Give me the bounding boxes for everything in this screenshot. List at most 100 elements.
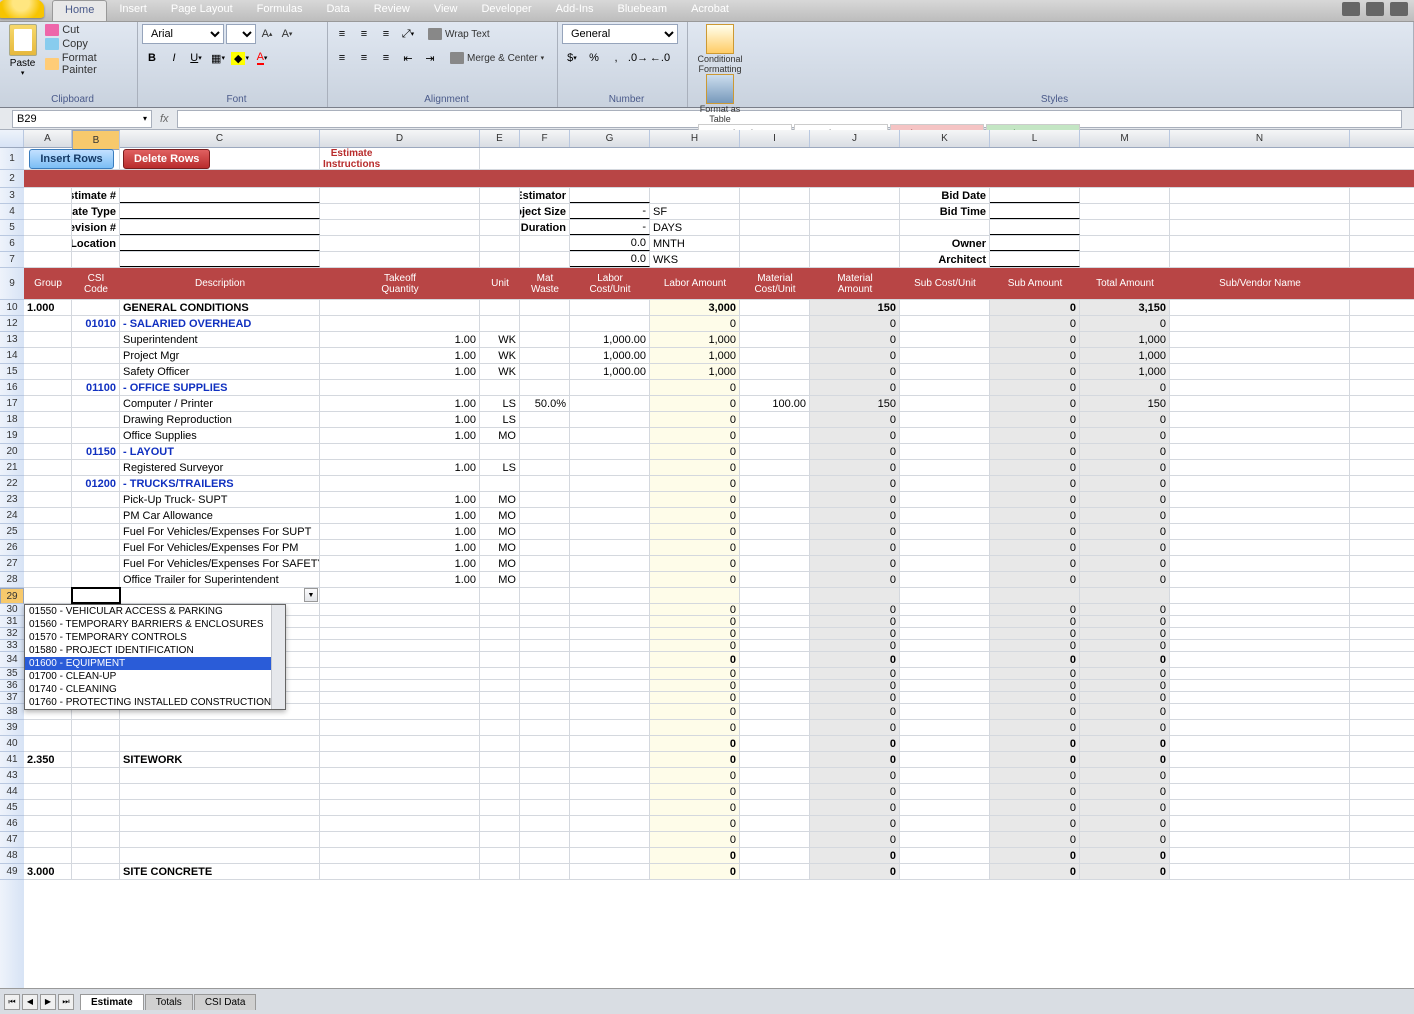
cell[interactable] — [1170, 680, 1350, 691]
cell[interactable]: 0 — [650, 508, 740, 523]
cell[interactable]: Superintendent — [120, 332, 320, 347]
cell[interactable] — [520, 556, 570, 571]
cell[interactable]: 0 — [810, 668, 900, 679]
cell[interactable] — [24, 220, 72, 235]
ribbon-tab-acrobat[interactable]: Acrobat — [679, 0, 741, 21]
cell[interactable]: 0 — [1080, 540, 1170, 555]
cell[interactable] — [24, 508, 72, 523]
column-header-L[interactable]: L — [990, 130, 1080, 147]
cell[interactable] — [520, 476, 570, 491]
cell[interactable] — [570, 704, 650, 719]
cell[interactable]: 0 — [810, 752, 900, 767]
cell[interactable]: SF — [650, 204, 740, 219]
row-header-4[interactable]: 4 — [0, 204, 24, 220]
cell[interactable] — [900, 460, 990, 475]
row-header-5[interactable]: 5 — [0, 220, 24, 236]
cell[interactable]: 0 — [810, 784, 900, 799]
cell[interactable] — [520, 640, 570, 651]
cell[interactable]: 1,000.00 — [570, 348, 650, 363]
cell[interactable] — [24, 204, 72, 219]
cell[interactable] — [1170, 640, 1350, 651]
cell[interactable]: Owner — [900, 236, 990, 251]
cell[interactable] — [320, 628, 480, 639]
cell[interactable]: 0.0 — [570, 236, 650, 251]
cell[interactable] — [570, 604, 650, 615]
cell[interactable] — [1170, 848, 1350, 863]
row-header-3[interactable]: 3 — [0, 188, 24, 204]
cell[interactable]: WK — [480, 364, 520, 379]
insert-rows-button[interactable]: Insert Rows — [29, 149, 113, 169]
cell[interactable]: 0 — [1080, 508, 1170, 523]
cell[interactable]: 0 — [650, 736, 740, 751]
cell[interactable]: 0 — [1080, 428, 1170, 443]
cell[interactable]: 1,000 — [650, 364, 740, 379]
cell[interactable] — [520, 784, 570, 799]
cell[interactable] — [740, 380, 810, 395]
cell[interactable] — [520, 752, 570, 767]
column-header-G[interactable]: G — [570, 130, 650, 147]
cell[interactable] — [740, 316, 810, 331]
cell[interactable] — [810, 252, 900, 267]
cell[interactable] — [320, 300, 480, 315]
cell[interactable] — [570, 300, 650, 315]
cell[interactable] — [740, 736, 810, 751]
cell[interactable] — [1170, 396, 1350, 411]
cell[interactable] — [72, 460, 120, 475]
cell[interactable] — [72, 800, 120, 815]
cell[interactable]: SITEWORK — [120, 752, 320, 767]
cell[interactable]: 1.00 — [320, 540, 480, 555]
cell[interactable]: 0 — [1080, 816, 1170, 831]
column-header-C[interactable]: C — [120, 130, 320, 147]
cell[interactable]: 0 — [650, 704, 740, 719]
cell[interactable] — [900, 848, 990, 863]
cell[interactable] — [1170, 476, 1350, 491]
cell[interactable] — [900, 316, 990, 331]
cell[interactable] — [900, 332, 990, 347]
ribbon-tab-review[interactable]: Review — [362, 0, 422, 21]
cell[interactable] — [320, 848, 480, 863]
cell[interactable] — [900, 412, 990, 427]
cell[interactable]: 0 — [1080, 652, 1170, 667]
cell[interactable] — [72, 540, 120, 555]
cell[interactable] — [320, 680, 480, 691]
row-header-18[interactable]: 18 — [0, 412, 24, 428]
row-header-35[interactable]: 35 — [0, 668, 24, 680]
cell[interactable]: 0 — [990, 460, 1080, 475]
merge-center-button[interactable]: Merge & Center▾ — [450, 52, 544, 64]
cell[interactable] — [520, 704, 570, 719]
fill-color-button[interactable]: ◆▾ — [230, 48, 250, 68]
cell[interactable]: 0 — [810, 540, 900, 555]
cell[interactable]: 0 — [650, 428, 740, 443]
cell[interactable]: 3,000 — [650, 300, 740, 315]
cell[interactable] — [72, 492, 120, 507]
cell[interactable] — [24, 332, 72, 347]
cell[interactable] — [1170, 508, 1350, 523]
cell[interactable] — [900, 604, 990, 615]
row-header-1[interactable]: 1 — [0, 148, 24, 170]
cell[interactable] — [520, 816, 570, 831]
cell[interactable]: 0 — [990, 784, 1080, 799]
cell[interactable] — [810, 204, 900, 219]
cell[interactable]: 0 — [810, 736, 900, 751]
cell[interactable] — [480, 616, 520, 627]
cell[interactable] — [900, 524, 990, 539]
cell[interactable] — [900, 540, 990, 555]
row-header-21[interactable]: 21 — [0, 460, 24, 476]
cell[interactable] — [1170, 204, 1350, 219]
cell[interactable]: 01010 — [72, 316, 120, 331]
cell[interactable] — [24, 380, 72, 395]
cell[interactable] — [480, 604, 520, 615]
cell[interactable] — [24, 588, 72, 603]
cell[interactable] — [570, 444, 650, 459]
cell[interactable] — [740, 188, 810, 203]
cell[interactable]: Project Location — [72, 236, 120, 251]
cell[interactable]: 1.00 — [320, 556, 480, 571]
cell[interactable] — [570, 316, 650, 331]
cell[interactable] — [480, 252, 520, 267]
cell[interactable] — [740, 864, 810, 879]
dropdown-item[interactable]: 01550 - VEHICULAR ACCESS & PARKING — [25, 605, 285, 618]
cell[interactable] — [1170, 540, 1350, 555]
cell[interactable] — [72, 348, 120, 363]
cell[interactable] — [740, 784, 810, 799]
cell[interactable] — [900, 652, 990, 667]
